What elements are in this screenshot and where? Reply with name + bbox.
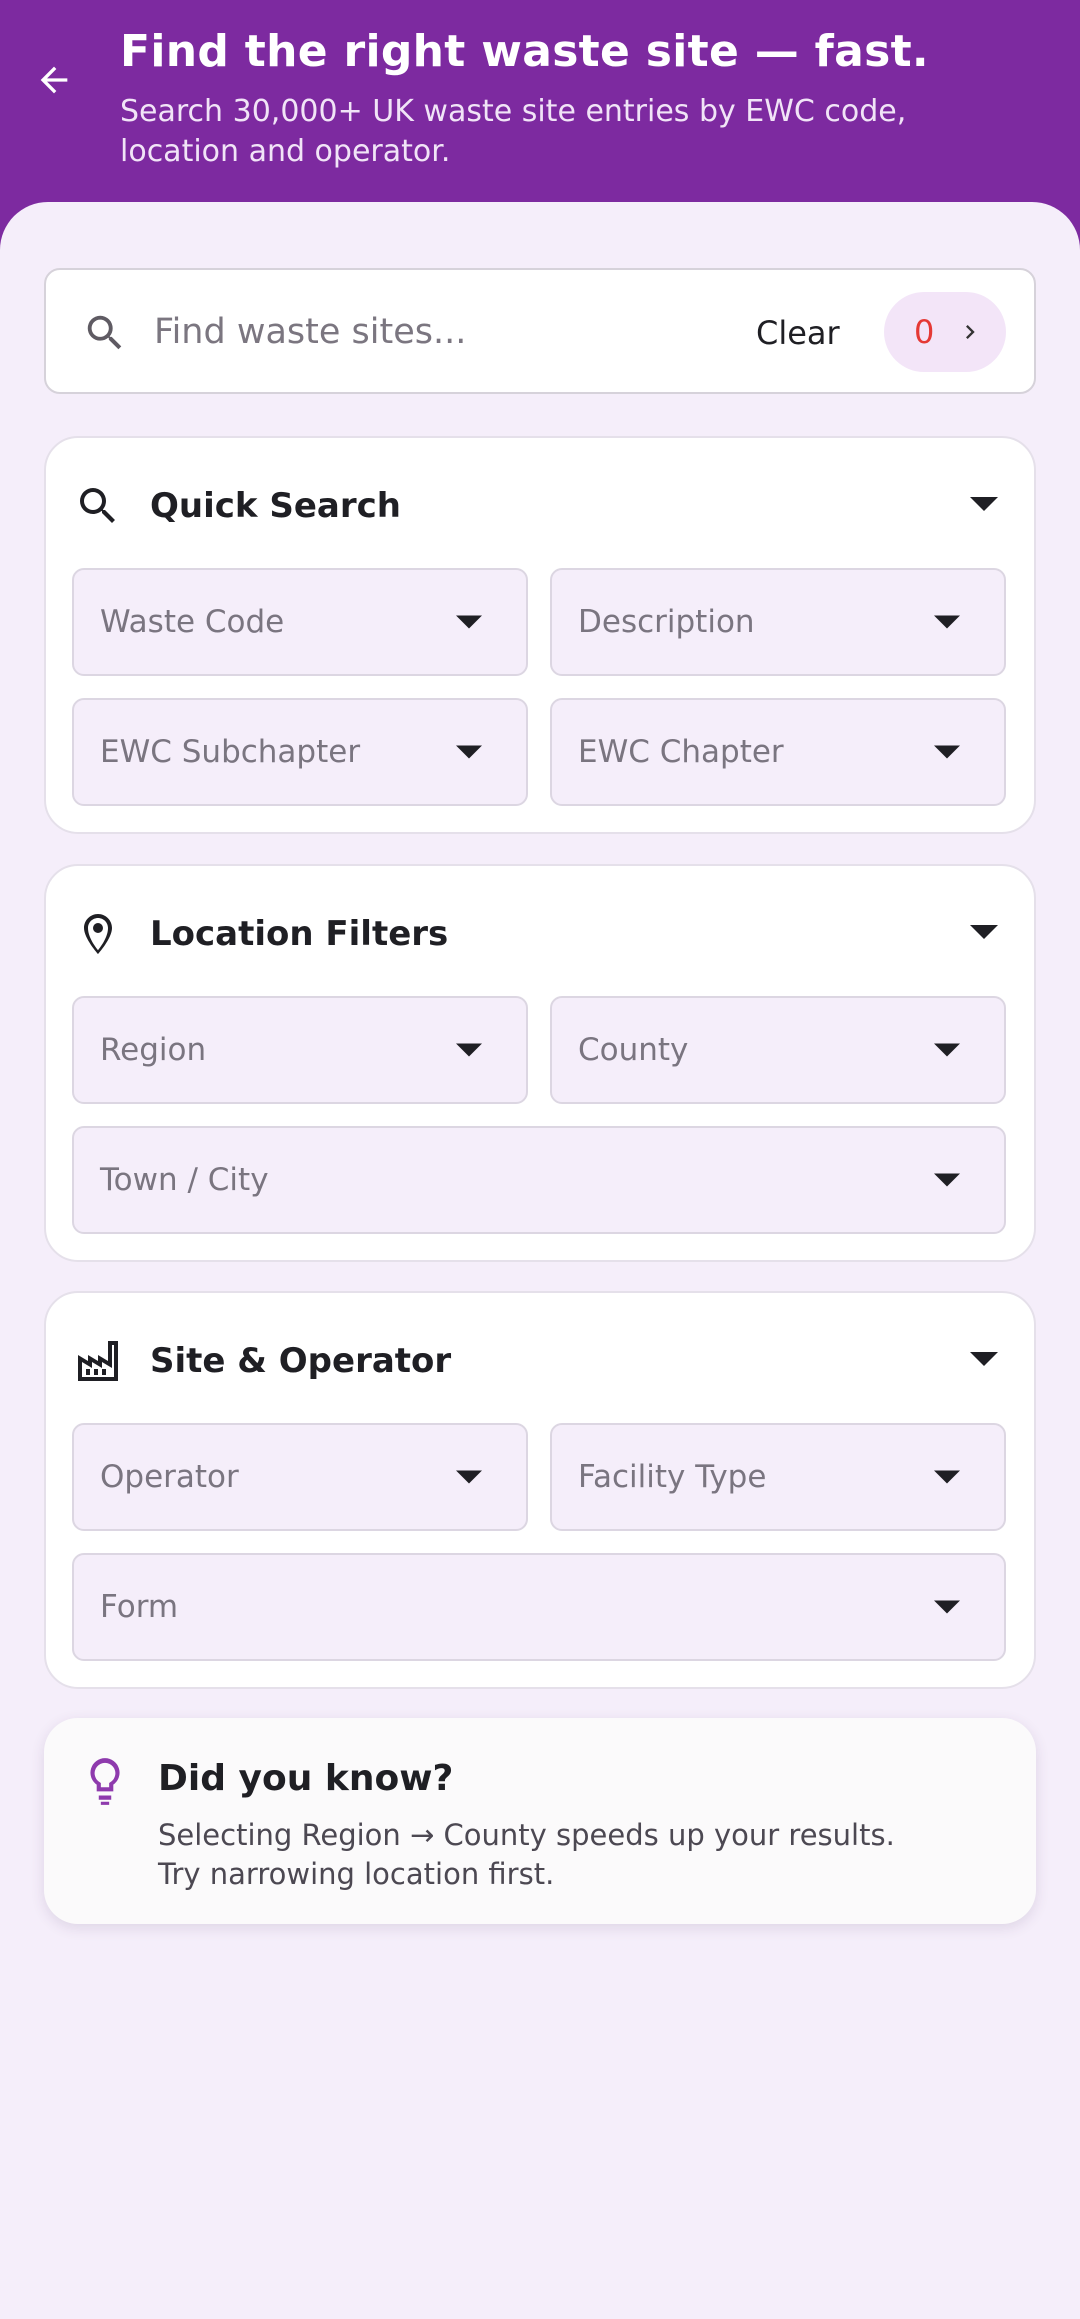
dropdown-arrow-icon	[456, 745, 482, 759]
dropdown-arrow-icon	[934, 615, 960, 629]
result-count: 0	[914, 313, 935, 351]
town-city-dropdown[interactable]: Town / City	[72, 1126, 1006, 1234]
dropdown-arrow-icon	[456, 1470, 482, 1484]
facility-type-dropdown[interactable]: Facility Type	[550, 1423, 1006, 1531]
location-filters-title: Location Filters	[150, 914, 449, 954]
search-icon	[80, 488, 115, 523]
location-filters-card: Location Filters Region County Town / Ci…	[44, 864, 1036, 1262]
tip-text: Selecting Region → County speeds up your…	[158, 1818, 895, 1891]
clear-button[interactable]: Clear	[756, 310, 840, 356]
county-dropdown[interactable]: County	[550, 996, 1006, 1104]
arrow-left-icon	[40, 66, 68, 94]
quick-search-title: Quick Search	[150, 486, 401, 526]
ewc-chapter-label: EWC Chapter	[578, 734, 784, 770]
page-title: Find the right waste site — fast.	[120, 26, 929, 77]
region-dropdown[interactable]: Region	[72, 996, 528, 1104]
ewc-subchapter-label: EWC Subchapter	[100, 734, 361, 770]
dropdown-arrow-icon	[934, 1043, 960, 1057]
site-operator-card: Site & Operator Operator Facility Type F…	[44, 1291, 1036, 1689]
operator-dropdown[interactable]: Operator	[72, 1423, 528, 1531]
region-label: Region	[100, 1032, 207, 1068]
county-label: County	[578, 1032, 689, 1068]
chevron-down-icon[interactable]	[970, 494, 998, 514]
dropdown-arrow-icon	[456, 615, 482, 629]
dropdown-arrow-icon	[934, 1600, 960, 1614]
quick-search-card: Quick Search Waste Code Description EWC …	[44, 436, 1036, 834]
page-subtitle: Search 30,000+ UK waste site entries by …	[120, 94, 907, 169]
result-count-button[interactable]: 0	[884, 292, 1006, 372]
form-label: Form	[100, 1589, 179, 1625]
facility-type-label: Facility Type	[578, 1459, 767, 1495]
back-button[interactable]	[24, 50, 84, 110]
dropdown-arrow-icon	[934, 1173, 960, 1187]
town-city-label: Town / City	[100, 1162, 269, 1198]
factory-icon	[78, 1341, 118, 1381]
chevron-down-icon[interactable]	[970, 1349, 998, 1369]
operator-label: Operator	[100, 1459, 239, 1495]
tip-title: Did you know?	[158, 1758, 454, 1799]
chevron-down-icon[interactable]	[970, 922, 998, 942]
tip-card: Did you know? Selecting Region → County …	[44, 1718, 1036, 1924]
ewc-subchapter-dropdown[interactable]: EWC Subchapter	[72, 698, 528, 806]
search-bar: Clear 0	[44, 268, 1036, 394]
dropdown-arrow-icon	[456, 1043, 482, 1057]
chevron-right-icon	[966, 325, 975, 339]
description-dropdown[interactable]: Description	[550, 568, 1006, 676]
description-label: Description	[578, 604, 755, 640]
form-dropdown[interactable]: Form	[72, 1553, 1006, 1661]
lightbulb-icon	[90, 1758, 120, 1805]
ewc-chapter-dropdown[interactable]: EWC Chapter	[550, 698, 1006, 806]
dropdown-arrow-icon	[934, 745, 960, 759]
location-pin-icon	[84, 914, 112, 954]
search-input[interactable]	[154, 300, 714, 364]
search-icon	[87, 315, 122, 350]
site-operator-title: Site & Operator	[150, 1341, 452, 1381]
waste-code-dropdown[interactable]: Waste Code	[72, 568, 528, 676]
waste-code-label: Waste Code	[100, 604, 285, 640]
dropdown-arrow-icon	[934, 1470, 960, 1484]
